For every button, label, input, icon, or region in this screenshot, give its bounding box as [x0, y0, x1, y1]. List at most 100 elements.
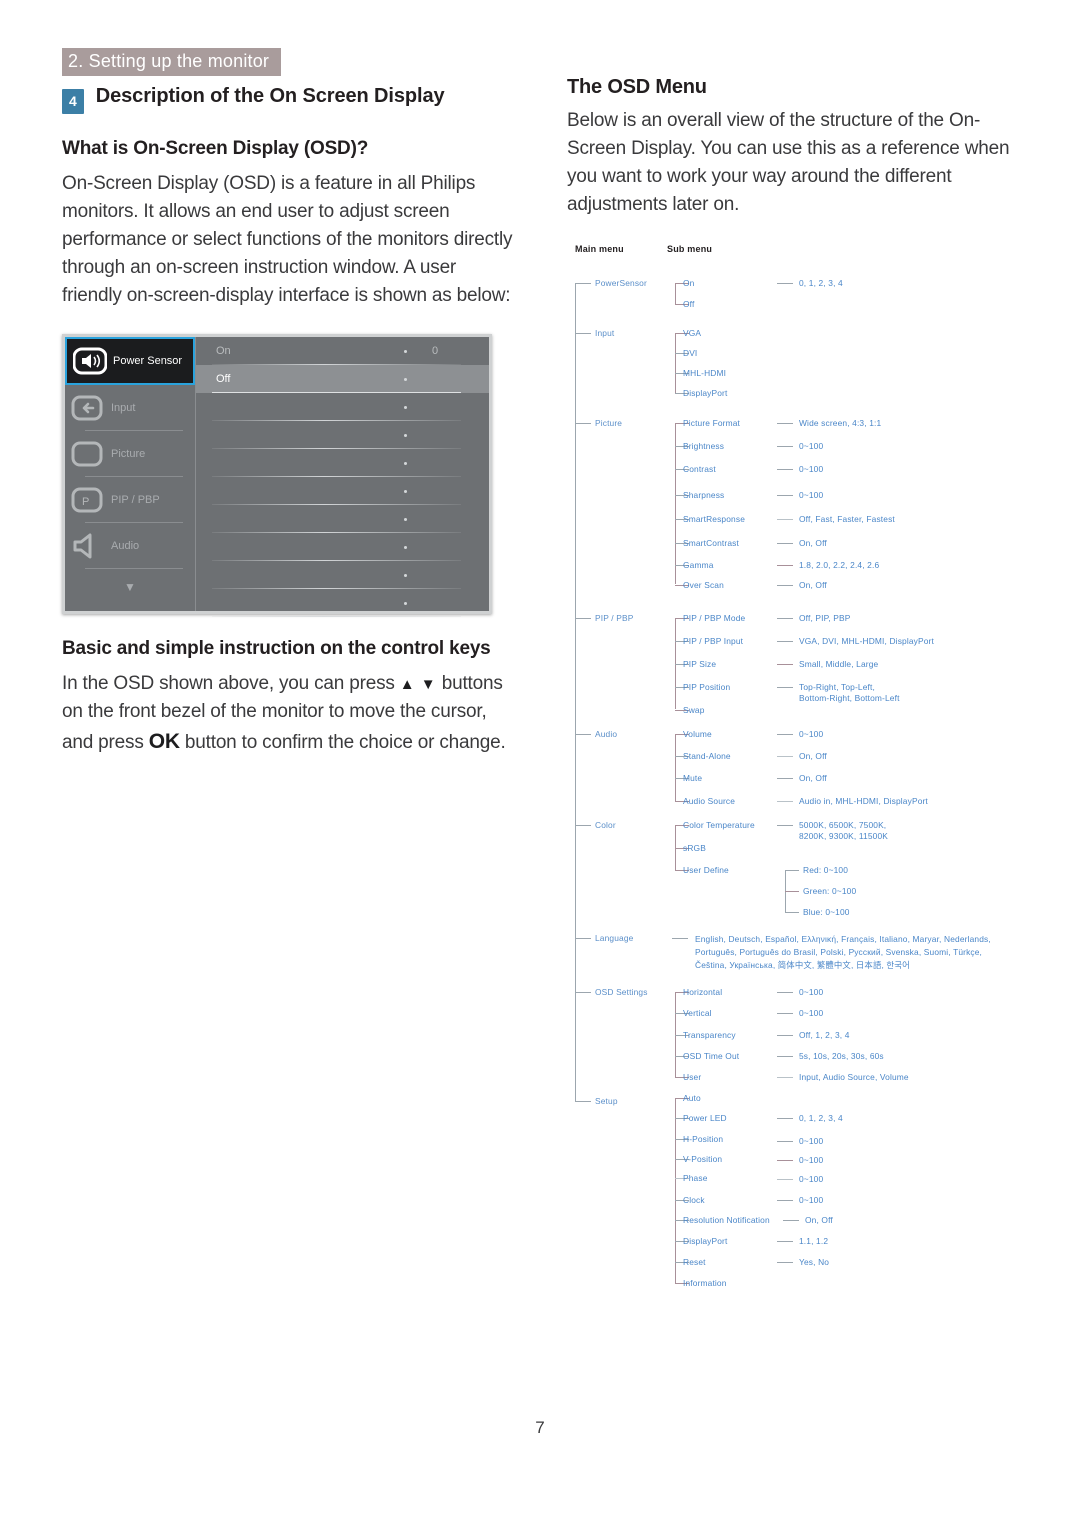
- tree-sub-powersensor-on: On: [683, 278, 695, 288]
- tree-connector: [777, 283, 793, 284]
- tree-connector: [777, 495, 793, 496]
- section-number-badge: 4: [62, 89, 84, 114]
- tree-val-volume: 0~100: [799, 729, 824, 739]
- tree-sub-mute: Mute: [683, 773, 703, 783]
- osd-menu-item-label: Power Sensor: [113, 355, 183, 368]
- tree-sub-pip-position: PIP Position: [683, 682, 731, 692]
- tree-val-smartcontrast: On, Off: [799, 538, 827, 548]
- tree-connector: [785, 912, 799, 913]
- power-sensor-icon: [72, 347, 108, 375]
- tree-main-input: Input: [595, 328, 615, 338]
- tree-connector: [777, 1262, 793, 1263]
- osd-menu-item-pip-pbp[interactable]: P PIP / PBP: [65, 477, 195, 524]
- tree-connector: [777, 992, 793, 993]
- tree-sub-v-position: V-Position: [683, 1154, 723, 1164]
- osd-row-value: 0: [432, 345, 439, 358]
- tree-connector: [575, 333, 591, 334]
- tree-connector: [777, 664, 793, 665]
- tree-connector: [777, 446, 793, 447]
- tree-sub-smartcontrast: SmartContrast: [683, 538, 739, 548]
- tree-sub-audio-source: Audio Source: [683, 796, 736, 806]
- tree-val-mute: On, Off: [799, 773, 827, 783]
- tree-val-brightness: 0~100: [799, 441, 824, 451]
- osd-menu-item-picture[interactable]: Picture: [65, 431, 195, 478]
- tree-connector: [777, 734, 793, 735]
- svg-text:P: P: [82, 496, 89, 508]
- tree-connector: [777, 1179, 793, 1180]
- osd-value-row-blank[interactable]: [196, 449, 489, 478]
- osd-value-row-blank[interactable]: [196, 477, 489, 506]
- osd-screenshot-figure: Power Sensor Input Picture P PIP / PBP A…: [62, 334, 492, 618]
- tree-val-stand-alone: On, Off: [799, 751, 827, 761]
- picture-icon: [71, 440, 105, 468]
- tree-connector: [575, 938, 591, 939]
- tree-connector: [777, 1035, 793, 1036]
- tree-column-header-main: Main menu: [575, 244, 624, 254]
- tree-val-audio-source: Audio in, MHL-HDMI, DisplayPort: [799, 796, 928, 806]
- pip-pbp-icon: P: [71, 486, 105, 514]
- tree-connector: [783, 1220, 799, 1221]
- tree-val-clock: 0~100: [799, 1195, 824, 1205]
- document-page: 2. Setting up the monitor 4 Description …: [0, 0, 1080, 1527]
- tree-sub-transparency: Transparency: [683, 1030, 736, 1040]
- tree-connector: [777, 687, 793, 688]
- tree-connector: [777, 1056, 793, 1057]
- osd-row-marker: [404, 377, 407, 381]
- osd-menu-column: Power Sensor Input Picture P PIP / PBP A…: [65, 337, 195, 611]
- tree-connector: [777, 778, 793, 779]
- tree-sub-h-position: H-Position: [683, 1134, 724, 1144]
- osd-row-label: On: [216, 345, 231, 358]
- tree-connector: [777, 1077, 793, 1078]
- tree-connector: [575, 734, 591, 735]
- tree-connector: [785, 870, 799, 871]
- tree-sub-resolution-notification: Resolution Notification: [683, 1215, 770, 1225]
- tree-connector: [777, 1013, 793, 1014]
- osd-value-row-blank[interactable]: [196, 561, 489, 590]
- tree-val-h-position: 0~100: [799, 1136, 824, 1146]
- tree-branch-line: [675, 1098, 676, 1283]
- osd-row-marker: [404, 573, 407, 577]
- osd-menu-item-label: Audio: [111, 540, 140, 553]
- tree-sub-pip-pbp-mode: PIP / PBP Mode: [683, 613, 746, 623]
- tree-connector: [777, 519, 793, 520]
- osd-value-row-blank[interactable]: [196, 393, 489, 422]
- tree-sub-input-dvi: DVI: [683, 348, 698, 358]
- osd-value-row-blank[interactable]: [196, 421, 489, 450]
- osd-menu-item-input[interactable]: Input: [65, 385, 195, 432]
- osd-value-row-off[interactable]: Off: [196, 365, 489, 394]
- tree-branch-line: [675, 283, 676, 304]
- tree-val-pip-pbp-input: VGA, DVI, MHL-HDMI, DisplayPort: [799, 636, 934, 646]
- osd-row-marker: [404, 349, 407, 353]
- tree-main-powersensor: PowerSensor: [595, 278, 647, 288]
- tree-main-audio: Audio: [595, 729, 618, 739]
- tree-connector: [777, 618, 793, 619]
- tree-connector: [777, 585, 793, 586]
- tree-connector: [777, 1200, 793, 1201]
- tree-sub-volume: Volume: [683, 729, 712, 739]
- osd-row-marker: [404, 517, 407, 521]
- paragraph-osd-description: On-Screen Display (OSD) is a feature in …: [62, 172, 513, 307]
- chapter-running-head: 2. Setting up the monitor: [62, 48, 282, 76]
- tree-sub-user: User: [683, 1072, 702, 1082]
- tree-val-power-led: 0, 1, 2, 3, 4: [799, 1113, 843, 1123]
- tree-connector: [575, 423, 591, 424]
- chevron-down-icon[interactable]: ▼: [65, 569, 195, 605]
- osd-menu-tree-diagram: Main menu Sub menu PowerSensor On Off 0,…: [567, 238, 1037, 1308]
- osd-value-row-blank[interactable]: [196, 533, 489, 562]
- tree-val-user-define-green: Green: 0~100: [803, 886, 857, 896]
- tree-connector: [777, 543, 793, 544]
- tree-val-user: Input, Audio Source, Volume: [799, 1072, 909, 1082]
- tree-connector: [777, 641, 793, 642]
- tree-sub-pip-pbp-input: PIP / PBP Input: [683, 636, 744, 646]
- tree-val-transparency: Off, 1, 2, 3, 4: [799, 1030, 850, 1040]
- osd-value-row-blank[interactable]: [196, 505, 489, 534]
- tree-sub-input-vga: VGA: [683, 328, 702, 338]
- osd-menu-item-audio[interactable]: Audio: [65, 523, 195, 570]
- tree-val-displayport: 1.1, 1.2: [799, 1236, 829, 1246]
- tree-connector: [575, 283, 591, 284]
- osd-row-marker: [404, 489, 407, 493]
- osd-value-row-on[interactable]: On 0: [196, 337, 489, 366]
- osd-value-row-blank[interactable]: [196, 589, 489, 618]
- osd-menu-item-power-sensor[interactable]: Power Sensor: [65, 337, 195, 386]
- tree-connector: [777, 423, 793, 424]
